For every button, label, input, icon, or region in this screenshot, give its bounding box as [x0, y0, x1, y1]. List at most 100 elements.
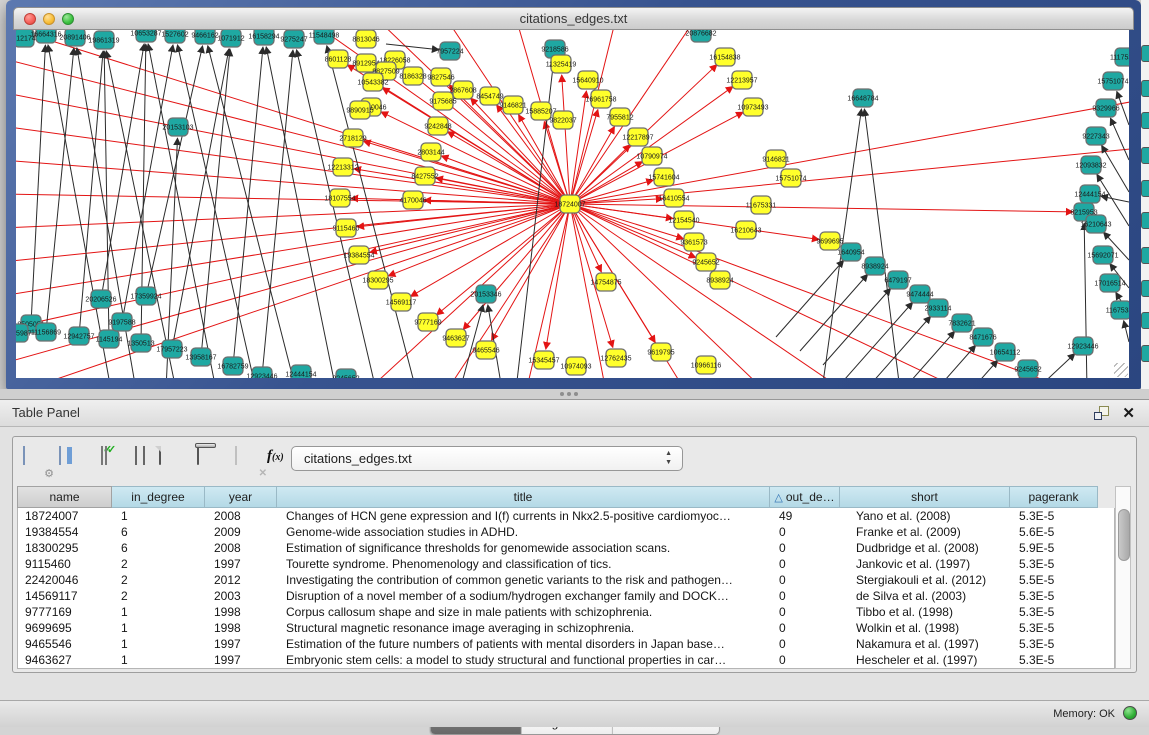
graph-node[interactable]: 15692071 — [1087, 246, 1118, 264]
table-selector-dropdown[interactable]: citations_edges.txt ▲▼ — [291, 446, 683, 471]
table-cell[interactable]: 0 — [771, 620, 841, 636]
table-cell[interactable]: Dudbridge et al. (2008) — [841, 540, 1011, 556]
graph-node[interactable]: 8471676 — [969, 328, 996, 346]
graph-node[interactable]: 1527602 — [161, 30, 188, 43]
table-cell[interactable]: Estimation of significance thresholds fo… — [278, 540, 771, 556]
table-cell[interactable]: 0 — [771, 572, 841, 588]
graph-node[interactable]: 16410554 — [658, 189, 689, 207]
graph-node[interactable]: 16782759 — [217, 357, 248, 375]
table-cell[interactable]: Disruption of a novel member of a sodium… — [278, 588, 771, 604]
graph-node[interactable]: 9329966 — [1092, 99, 1119, 117]
table-cell[interactable]: 1 — [113, 636, 206, 652]
scrollbar-thumb[interactable] — [1118, 509, 1130, 561]
table-cell[interactable]: 18300295 — [18, 540, 113, 556]
table-cell[interactable]: 1998 — [206, 620, 278, 636]
graph-node[interactable]: 8938924 — [861, 257, 888, 275]
graph-node[interactable]: 9619795 — [647, 343, 674, 361]
table-cell[interactable]: Nakamura et al. (1997) — [841, 636, 1011, 652]
table-cell[interactable]: 0 — [771, 652, 841, 668]
table-cell[interactable]: Wolkin et al. (1998) — [841, 620, 1011, 636]
table-row[interactable]: 911546021997Tourette syndrome. Phenomeno… — [18, 556, 1114, 572]
graph-node[interactable]: 7955812 — [606, 108, 633, 126]
table-cell[interactable]: 5.5E-5 — [1011, 572, 1099, 588]
table-cell[interactable]: Structural magnetic resonance image aver… — [278, 620, 771, 636]
graph-node[interactable]: 12213957 — [726, 71, 757, 89]
graph-node[interactable]: 1350513 — [127, 334, 154, 352]
graph-node[interactable]: 11675331 — [1106, 301, 1129, 319]
table-cell[interactable]: Stergiakouli et al. (2012) — [841, 572, 1011, 588]
graph-node[interactable]: 11175314 — [1110, 48, 1129, 66]
column-header-out_de[interactable]: △out_de… — [770, 486, 840, 508]
graph-node[interactable]: 9175685 — [429, 92, 456, 110]
table-cell[interactable]: Genome-wide association studies in ADHD. — [278, 524, 771, 540]
table-row[interactable]: 977716911998Corpus callosum shape and si… — [18, 604, 1114, 620]
table-cell[interactable]: 5.3E-5 — [1011, 588, 1099, 604]
show-columns-icon[interactable] — [59, 447, 87, 475]
graph-node[interactable]: 15345457 — [528, 351, 559, 369]
graph-node[interactable]: 9146821 — [762, 150, 789, 168]
table-cell[interactable]: 2009 — [206, 524, 278, 540]
graph-node[interactable]: 9822037 — [549, 111, 576, 129]
table-cell[interactable]: 6 — [113, 524, 206, 540]
float-panel-icon[interactable] — [1094, 406, 1109, 420]
table-scrollbar[interactable] — [1115, 486, 1131, 669]
table-cell[interactable]: 1998 — [206, 604, 278, 620]
graph-node[interactable]: 9242848 — [424, 117, 451, 135]
table-cell[interactable]: 0 — [771, 604, 841, 620]
graph-node[interactable]: 11548498 — [309, 30, 340, 44]
graph-node[interactable]: 12444154 — [1074, 185, 1105, 203]
graph-node[interactable]: 13958167 — [185, 348, 216, 366]
graph-node[interactable]: 16648784 — [847, 89, 878, 107]
graph-node[interactable]: 8938924 — [706, 271, 733, 289]
column-header-pagerank[interactable]: pagerank — [1010, 486, 1098, 508]
table-cell[interactable]: 9463627 — [18, 652, 113, 668]
table-cell[interactable]: Yano et al. (2008) — [841, 508, 1011, 524]
graph-node[interactable]: 7832621 — [948, 314, 975, 332]
unselect-attributes-icon[interactable] — [129, 447, 157, 475]
graph-node[interactable]: 1145194 — [96, 330, 123, 348]
graph-node[interactable]: 8813046 — [352, 30, 379, 48]
split-divider[interactable] — [0, 389, 1149, 399]
graph-node[interactable]: 12942757 — [63, 327, 94, 345]
graph-node[interactable]: 16158294 — [248, 30, 279, 45]
table-cell[interactable]: Corpus callosum shape and size in male p… — [278, 604, 771, 620]
table-cell[interactable]: 14569117 — [18, 588, 113, 604]
table-cell[interactable]: 1 — [113, 652, 206, 668]
table-cell[interactable]: Tourette syndrome. Phenomenology and cla… — [278, 556, 771, 572]
table-cell[interactable]: 2008 — [206, 540, 278, 556]
table-cell[interactable]: 6 — [113, 540, 206, 556]
graph-node[interactable]: 16961758 — [585, 90, 616, 108]
table-cell[interactable]: 1 — [113, 508, 206, 524]
graph-node[interactable]: 9245652 — [332, 369, 359, 378]
graph-node[interactable]: 2803144 — [417, 143, 444, 161]
close-panel-icon[interactable]: ✕ — [1122, 404, 1135, 422]
table-cell[interactable]: Estimation of the future numbers of pati… — [278, 636, 771, 652]
table-cell[interactable]: 2 — [113, 588, 206, 604]
table-cell[interactable]: 5.3E-5 — [1011, 652, 1099, 668]
table-cell[interactable]: 5.3E-5 — [1011, 556, 1099, 572]
table-cell[interactable]: 1997 — [206, 652, 278, 668]
graph-node[interactable]: 10966116 — [691, 356, 722, 374]
table-cell[interactable]: 5.9E-5 — [1011, 540, 1099, 556]
graph-node[interactable]: 9361573 — [680, 233, 707, 251]
resize-grip[interactable] — [1114, 363, 1128, 377]
graph-node[interactable]: 9275247 — [280, 30, 307, 48]
graph-node[interactable]: 9827546 — [427, 68, 454, 86]
graph-node[interactable]: 15751074 — [775, 169, 806, 187]
table-row[interactable]: 1938455462009Genome-wide association stu… — [18, 524, 1114, 540]
graph-node[interactable]: 15741604 — [648, 168, 679, 186]
graph-node[interactable]: 9890915 — [346, 101, 373, 119]
graph-node[interactable]: 20891406 — [59, 30, 90, 46]
graph-node[interactable]: 9466162 — [191, 30, 218, 44]
table-row[interactable]: 2242004622012Investigating the contribut… — [18, 572, 1114, 588]
graph-node[interactable]: 7957224 — [436, 42, 463, 60]
graph-node[interactable]: 17957223 — [156, 340, 187, 358]
graph-node[interactable]: 9115460 — [333, 219, 360, 237]
graph-node[interactable]: 20153103 — [162, 118, 193, 136]
column-header-title[interactable]: title — [277, 486, 770, 508]
graph-node[interactable]: 1071912 — [217, 30, 244, 47]
table-cell[interactable]: 2008 — [206, 508, 278, 524]
table-cell[interactable]: 2003 — [206, 588, 278, 604]
graph-node[interactable]: 9777169 — [414, 313, 441, 331]
table-settings-icon[interactable]: ⚙ — [23, 447, 51, 475]
